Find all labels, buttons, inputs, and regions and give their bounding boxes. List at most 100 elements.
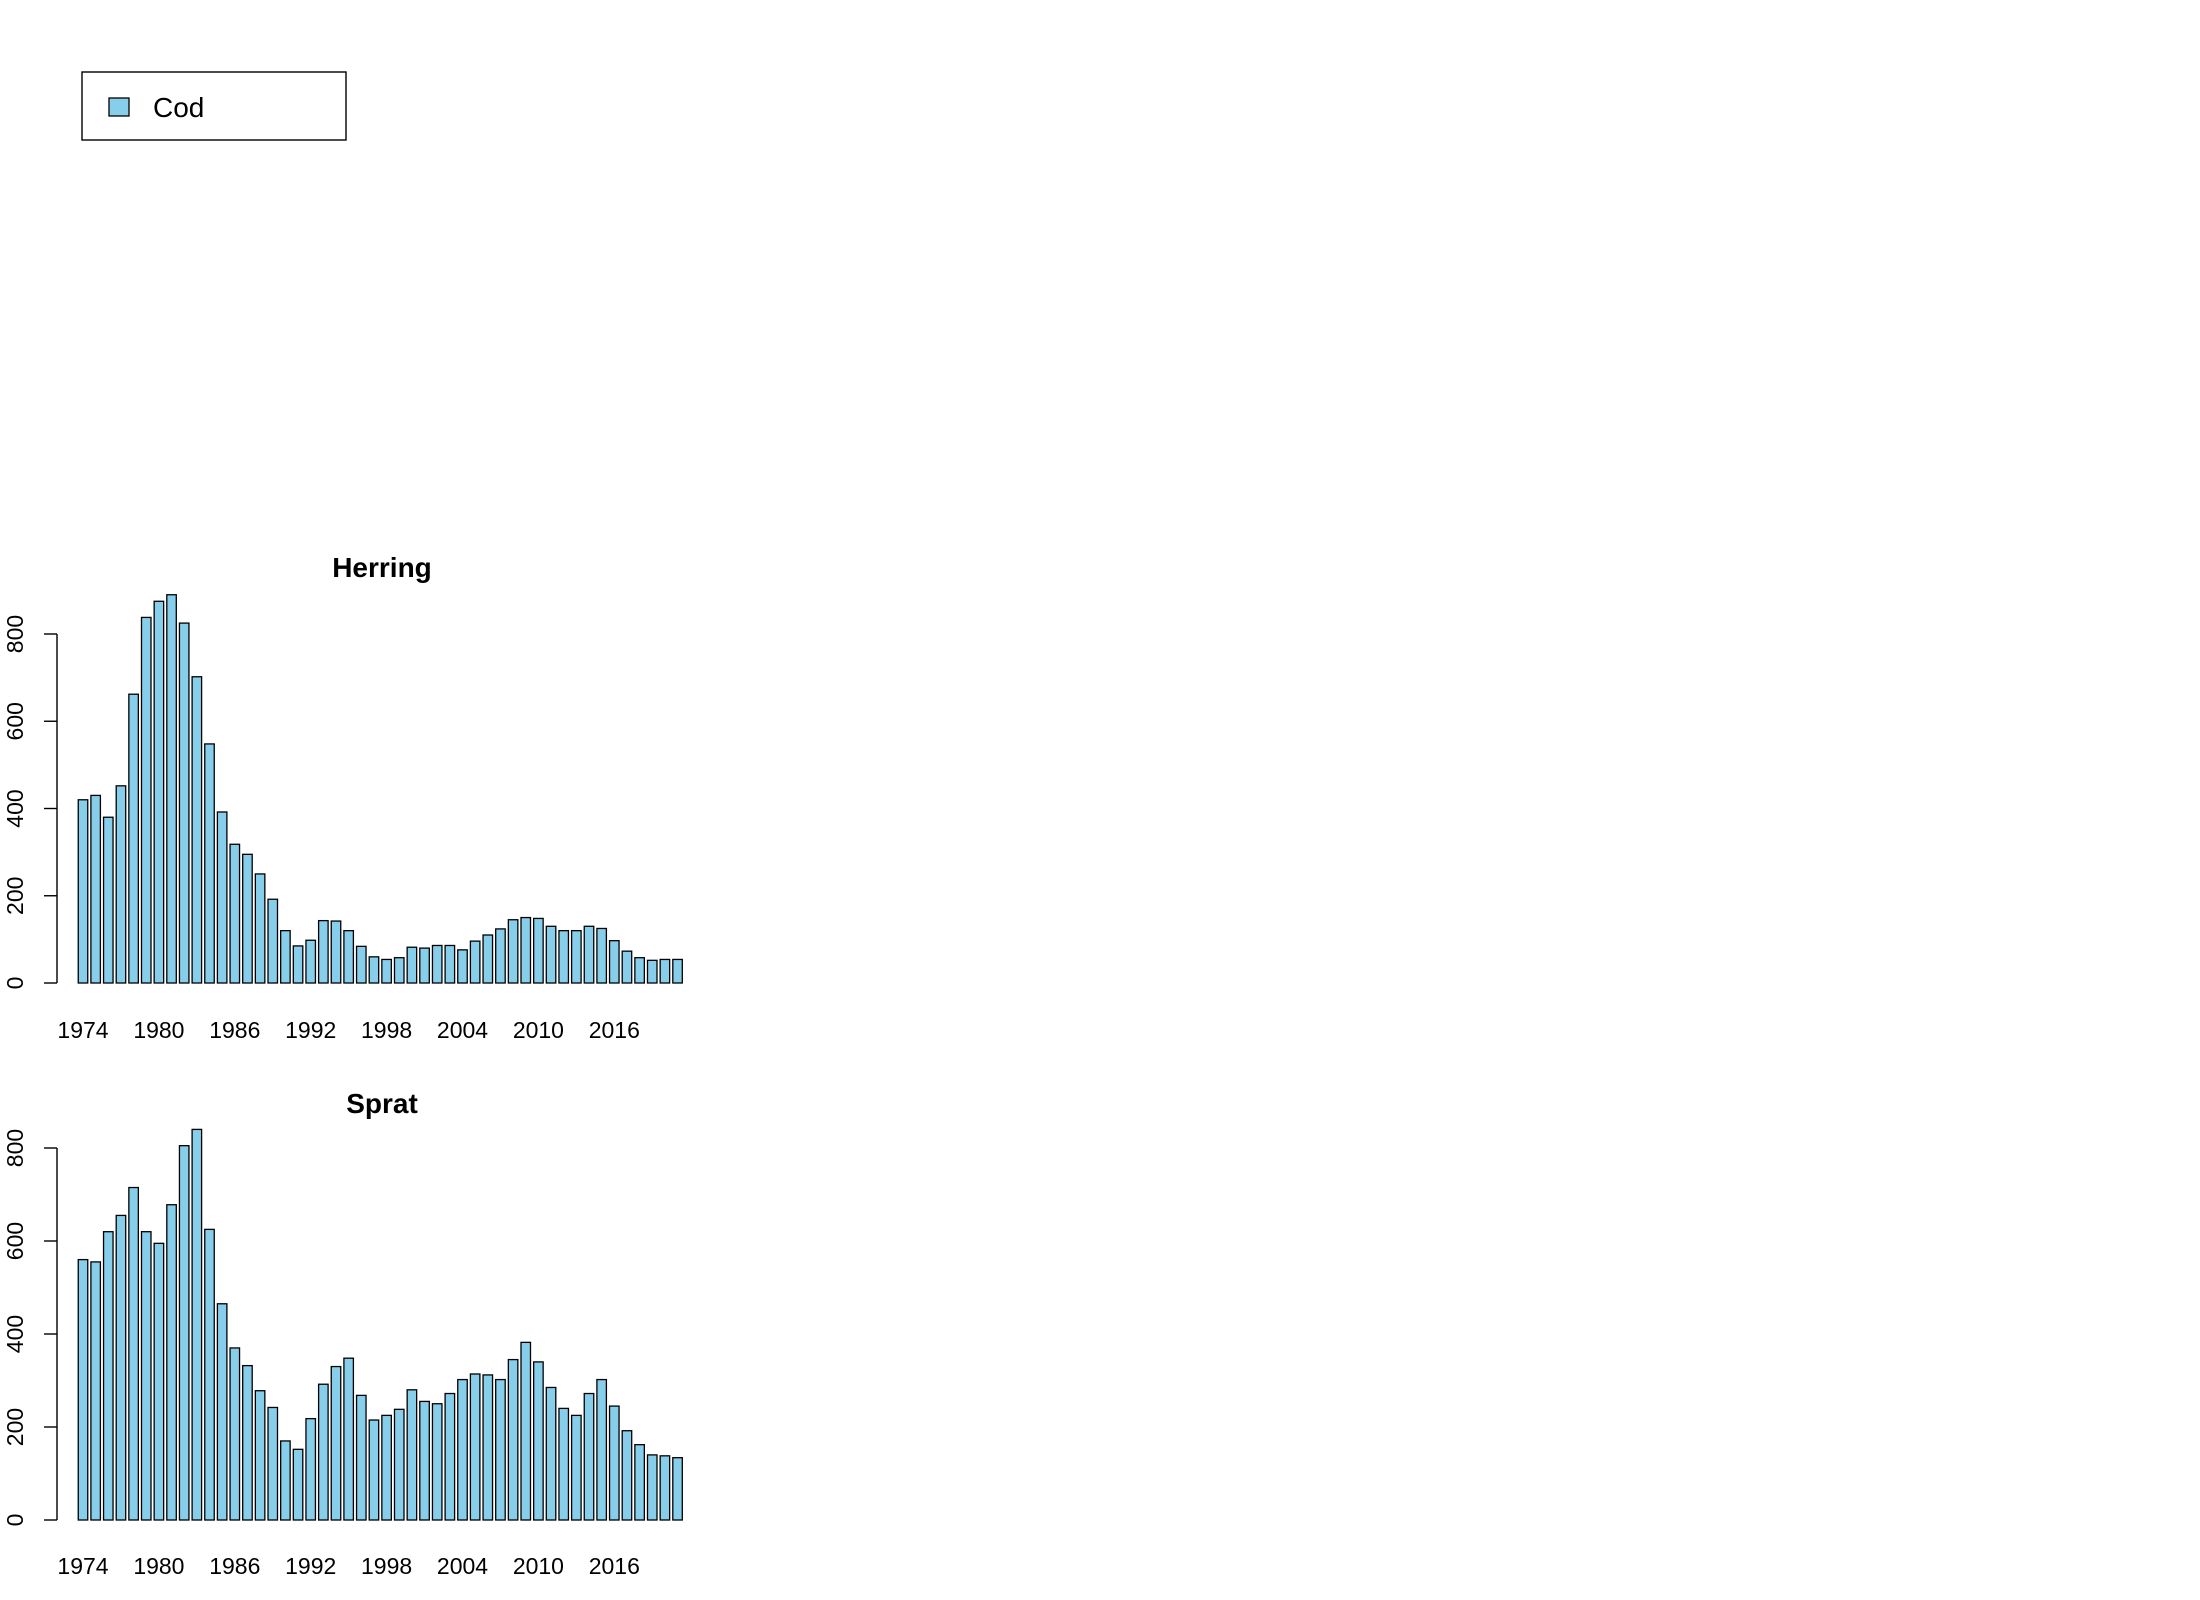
sprat-x-tick-label: 1980 (133, 1553, 184, 1579)
herring-bar-1987 (242, 853, 253, 984)
sprat-bar-1990 (279, 1440, 291, 1521)
sprat-bar-2019 (646, 1454, 658, 1521)
sprat-bar-1992 (305, 1417, 317, 1521)
herring-bar-1993 (317, 919, 329, 984)
sprat-bar-1975 (90, 1261, 102, 1521)
herring-bar-1977 (115, 785, 127, 984)
sprat-y-tick-label: 400 (2, 1315, 28, 1353)
sprat-bar-1988 (254, 1390, 266, 1521)
sprat-bar-1980 (153, 1242, 165, 1521)
sprat-bar-1989 (267, 1406, 279, 1521)
herring-bar-1978 (128, 693, 140, 984)
herring-y-tick-label: 200 (2, 877, 28, 915)
sprat-bar-2015 (596, 1378, 608, 1521)
sprat-bar-1983 (191, 1128, 203, 1521)
herring-bar-2006 (482, 934, 494, 984)
herring-bar-1989 (267, 898, 279, 984)
sprat-bar-1996 (355, 1394, 367, 1521)
herring-bar-2008 (507, 919, 519, 984)
herring-bar-2019 (646, 959, 658, 984)
sprat-bar-2018 (634, 1444, 645, 1521)
herring-y-ticks: 0 200 400 600 800 (2, 615, 57, 990)
herring-x-tick-label: 2010 (513, 1017, 564, 1043)
herring-bar-1988 (254, 873, 266, 984)
sprat-bar-2010 (533, 1361, 544, 1521)
sprat-x-tick-label: 2010 (513, 1553, 564, 1579)
sprat-x-tick-label: 1986 (209, 1553, 260, 1579)
herring-x-tick-label: 1986 (209, 1017, 260, 1043)
sprat-bar-2008 (507, 1358, 519, 1521)
herring-bar-2015 (596, 927, 608, 984)
sprat-y-tick-label: 0 (2, 1514, 28, 1527)
sprat-bar-1974 (77, 1258, 89, 1521)
sprat-bar-2021 (672, 1457, 683, 1521)
herring-bar-2016 (608, 940, 620, 984)
herring-bar-1986 (229, 843, 241, 984)
sprat-x-tick-label: 1974 (57, 1553, 108, 1579)
herring-bar-1995 (343, 930, 355, 984)
sprat-bar-2000 (406, 1389, 418, 1521)
herring-bar-1992 (305, 939, 317, 984)
herring-x-tick-label: 1974 (57, 1017, 108, 1043)
sprat-x-tick-label: 2004 (437, 1553, 488, 1579)
herring-bar-2011 (545, 925, 557, 984)
sprat-bar-2009 (520, 1341, 532, 1521)
herring-bar-2017 (621, 950, 633, 984)
sprat-bar-2007 (495, 1378, 506, 1521)
sprat-panel: Sprat 0 200 400 600 800 1974 1980 1986 1992 1998… (2, 1088, 683, 1579)
sprat-y-tick-label: 800 (2, 1129, 28, 1167)
herring-bar-1999 (393, 957, 405, 984)
herring-bar-2020 (659, 958, 671, 984)
sprat-y-tick-label: 200 (2, 1408, 28, 1446)
herring-bar-1984 (204, 743, 215, 984)
herring-bar-2018 (634, 957, 645, 984)
herring-bar-1990 (279, 930, 291, 984)
sprat-y-ticks: 0 200 400 600 800 (2, 1129, 57, 1527)
herring-chart-title: Herring (332, 552, 432, 583)
sprat-bar-1994 (330, 1365, 342, 1521)
sprat-chart-title: Sprat (346, 1088, 418, 1119)
herring-bar-1998 (381, 958, 393, 984)
sprat-bar-1993 (317, 1383, 329, 1521)
sprat-bar-2014 (583, 1392, 595, 1521)
sprat-bar-1978 (128, 1186, 140, 1521)
herring-bar-1976 (102, 816, 114, 984)
sprat-bar-2003 (444, 1392, 456, 1521)
herring-bar-1997 (368, 956, 380, 984)
sprat-x-tick-labels: 1974 1980 1986 1992 1998 2004 2010 2016 (57, 1553, 639, 1579)
herring-x-tick-label: 2004 (437, 1017, 488, 1043)
herring-bar-2001 (419, 947, 430, 984)
sprat-bar-1984 (204, 1228, 215, 1521)
sprat-bar-2002 (431, 1403, 443, 1521)
sprat-y-tick-label: 600 (2, 1222, 28, 1260)
herring-x-tick-label: 1992 (285, 1017, 336, 1043)
herring-bar-1985 (216, 811, 228, 984)
sprat-bar-2001 (419, 1400, 430, 1521)
sprat-bar-1999 (393, 1408, 405, 1521)
herring-x-tick-label: 1998 (361, 1017, 412, 1043)
sprat-bar-2004 (457, 1378, 468, 1521)
herring-bar-2000 (406, 946, 418, 984)
herring-bar-1983 (191, 676, 203, 984)
legend: Cod (81, 71, 347, 141)
herring-bar-2003 (444, 944, 456, 984)
herring-y-tick-label: 0 (2, 977, 28, 990)
sprat-bar-1998 (381, 1414, 393, 1521)
herring-bar-2013 (570, 930, 582, 984)
sprat-bar-1991 (292, 1448, 304, 1521)
sprat-bar-1995 (343, 1357, 355, 1521)
legend-swatch (108, 97, 130, 117)
herring-bar-2007 (495, 928, 506, 984)
sprat-bar-1981 (166, 1204, 177, 1521)
herring-y-tick-label: 600 (2, 702, 28, 740)
herring-bar-2002 (431, 944, 443, 984)
herring-bar-2021 (672, 958, 683, 984)
sprat-bar-2005 (469, 1373, 481, 1521)
herring-y-tick-label: 400 (2, 789, 28, 827)
chart-canvas: Cod Herring 0 200 400 600 800 1974 1980 1986 19… (2, 71, 683, 1579)
sprat-bar-1986 (229, 1347, 241, 1521)
sprat-bar-2012 (558, 1407, 570, 1521)
herring-x-tick-labels: 1974 1980 1986 1992 1998 2004 2010 2016 (57, 1017, 639, 1043)
herring-bar-2012 (558, 930, 570, 984)
herring-bar-1979 (140, 616, 152, 984)
